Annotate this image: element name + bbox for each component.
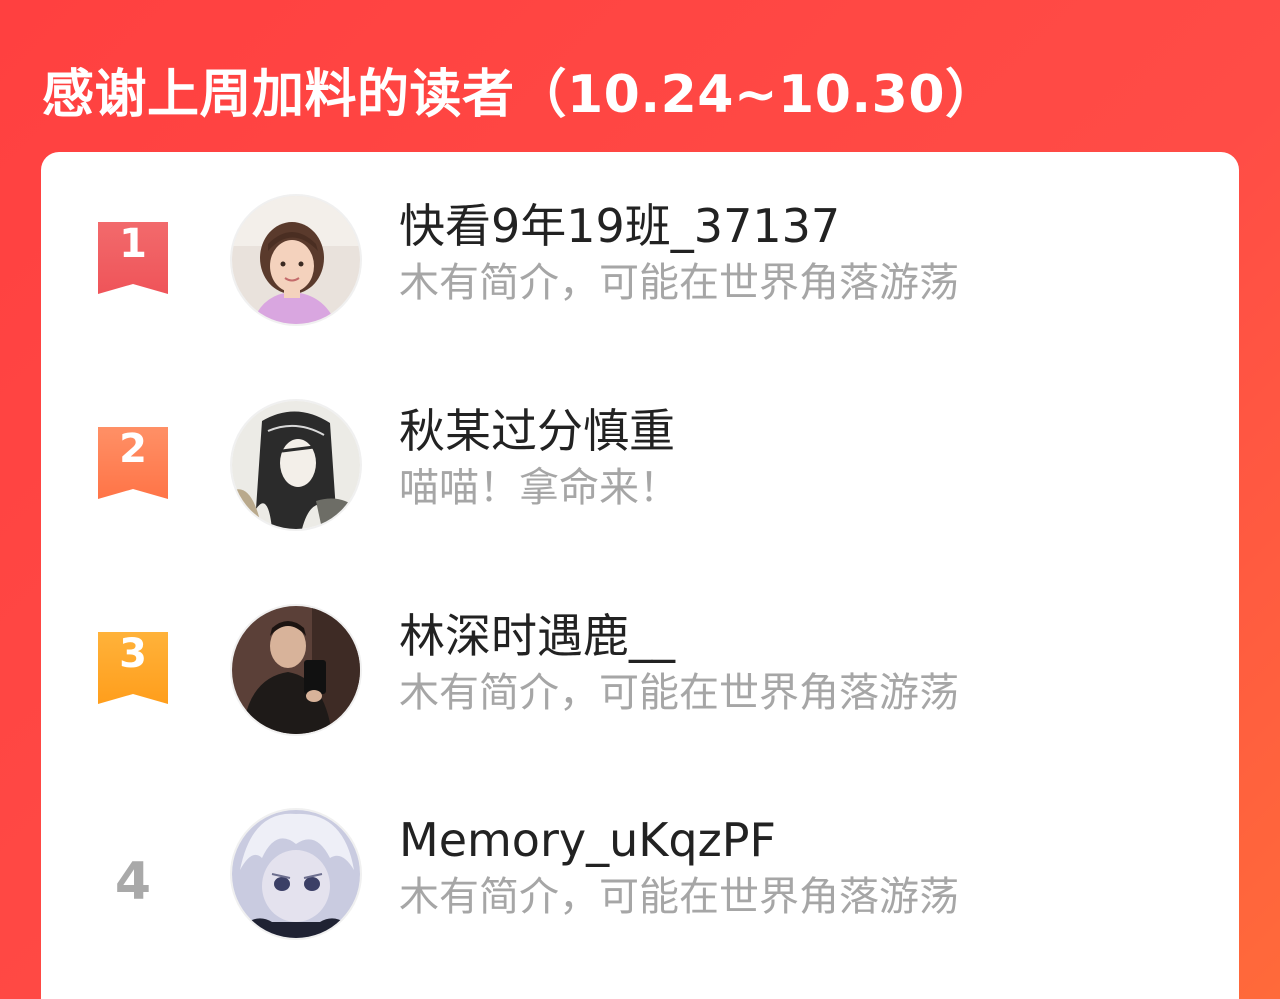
reader-name[interactable]: 林深时遇鹿__ bbox=[399, 608, 675, 664]
rank-badge-1: 1 bbox=[98, 222, 168, 294]
avatar-anime-icon bbox=[232, 810, 360, 938]
reader-bio: 木有简介，可能在世界角落游荡 bbox=[399, 670, 959, 716]
rank-badge-3: 3 bbox=[98, 632, 168, 704]
page: 感谢上周加料的读者（10.24~10.30） 1 快看9年19班_37137 木… bbox=[0, 0, 1280, 999]
reader-bio: 喵喵！拿命来！ bbox=[399, 465, 679, 511]
reader-row-1[interactable]: 1 快看9年19班_37137 木有简介，可能在世界角落游荡 bbox=[41, 194, 1239, 344]
reader-bio: 木有简介，可能在世界角落游荡 bbox=[399, 260, 959, 306]
reader-name[interactable]: 秋某过分慎重 bbox=[399, 403, 675, 459]
page-title: 感谢上周加料的读者（10.24~10.30） bbox=[42, 65, 998, 125]
reader-name[interactable]: Memory_uKqzPF bbox=[399, 812, 776, 868]
rank-number: 1 bbox=[119, 221, 147, 267]
reader-row-3[interactable]: 3 林深时遇鹿__ 木有简介，可能在世界角落游荡 bbox=[41, 604, 1239, 754]
rank-number: 3 bbox=[119, 631, 147, 677]
reader-row-4[interactable]: 4 Memory_uKqzPF 木有简介，可能在世界角落游荡 bbox=[41, 808, 1239, 958]
reader-row-2[interactable]: 2 秋某过分慎重 喵喵！拿命来！ bbox=[41, 399, 1239, 549]
avatar-girl-icon bbox=[232, 196, 360, 324]
avatar[interactable] bbox=[230, 604, 362, 736]
avatar-man-icon bbox=[232, 606, 360, 734]
avatar[interactable] bbox=[230, 399, 362, 531]
rank-number: 2 bbox=[119, 426, 147, 472]
reader-name[interactable]: 快看9年19班_37137 bbox=[399, 198, 840, 254]
avatar-anime-icon bbox=[232, 401, 360, 529]
reader-list-panel: 1 快看9年19班_37137 木有简介，可能在世界角落游荡 2 秋某过分慎重 … bbox=[41, 152, 1239, 999]
avatar[interactable] bbox=[230, 808, 362, 940]
rank-badge-2: 2 bbox=[98, 427, 168, 499]
rank-number: 4 bbox=[114, 852, 152, 912]
avatar[interactable] bbox=[230, 194, 362, 326]
reader-bio: 木有简介，可能在世界角落游荡 bbox=[399, 874, 959, 920]
